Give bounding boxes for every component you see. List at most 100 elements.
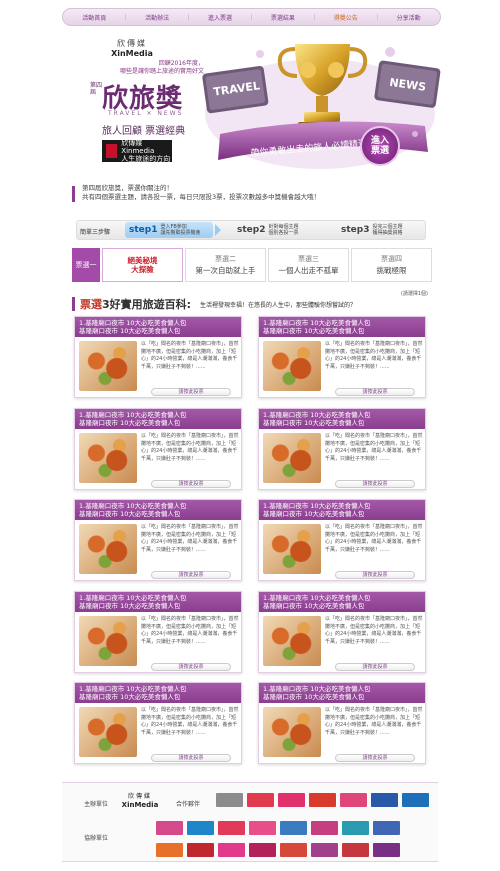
hero-banner: 欣傳媒 XinMedia 回顧2016年度， 哪些是讓你踏上旅途的實用好文 第四… — [72, 30, 442, 178]
coorganizer-logo[interactable] — [373, 843, 400, 857]
nav-vote[interactable]: 進入票選 — [208, 13, 232, 22]
vote-button[interactable]: 請按此投票 — [151, 480, 231, 488]
nav-home[interactable]: 活動首頁 — [82, 13, 106, 22]
coorganizer-logo[interactable] — [280, 843, 307, 857]
hero-travel-news: TRAVEL ✕ NEWS — [108, 110, 184, 117]
hero-edition: 第四屆 — [90, 82, 103, 96]
article-card: 1.基隆廟口夜市 10大必吃美食懶人包 基隆廟口夜市 10大必吃美食懶人包 以「… — [74, 408, 242, 490]
tab-vote3-title: 一個人出走不孤單 — [278, 266, 339, 275]
coorganizer-logo[interactable] — [218, 843, 245, 857]
article-card: 1.基隆廟口夜市 10大必吃美食懶人包 基隆廟口夜市 10大必吃美食懶人包 以「… — [74, 316, 242, 398]
card-description: 以「吃」聞名的夜市「基隆廟口夜市」，首然攤地不廣，但是密集的小吃攤商，加上「短心… — [325, 616, 423, 645]
coorganizer-logo[interactable] — [249, 843, 276, 857]
vote-button[interactable]: 請按此投票 — [335, 754, 415, 762]
partner-logo[interactable] — [402, 793, 429, 807]
coorganizer-logos-row2 — [156, 843, 400, 857]
tab-vote3-label: 票選三 — [298, 255, 319, 263]
article-card: 1.基隆廟口夜市 10大必吃美食懶人包 基隆廟口夜市 10大必吃美食懶人包 以「… — [258, 316, 426, 398]
section-heading: (請選擇1個) 票選3好實用旅遊百科: 生活裡發現幸福！在悠長的人生中，那些體驗… — [72, 290, 432, 312]
card-title[interactable]: 1.基隆廟口夜市 10大必吃美食懶人包 基隆廟口夜市 10大必吃美食懶人包 — [259, 592, 425, 612]
organizer-brand-cn: 欣傳媒 — [127, 793, 152, 800]
nav-results[interactable]: 票選結果 — [271, 13, 295, 22]
coorganizer-logo[interactable] — [187, 843, 214, 857]
partner-logos — [216, 793, 429, 807]
coorganizer-logo[interactable] — [311, 843, 338, 857]
vote-button[interactable]: 請按此投票 — [335, 480, 415, 488]
article-card: 1.基隆廟口夜市 10大必吃美食懶人包 基隆廟口夜市 10大必吃美食懶人包 以「… — [258, 408, 426, 490]
vote-button[interactable]: 請按此投票 — [151, 388, 231, 396]
coorganizer-logo[interactable] — [218, 821, 245, 835]
steps-label: 簡單三步驟 — [80, 229, 111, 236]
section-subtitle: 生活裡發現幸福！在悠長的人生中，那些體驗你想嘗試的？ — [200, 302, 357, 309]
vote-tabs: 票選一 絕美秘境 大探險 票選二 第一次自助就上手 票選三 一個人出走不孤單 票… — [72, 248, 432, 282]
coorganizer-logo[interactable] — [280, 821, 307, 835]
card-title[interactable]: 1.基隆廟口夜市 10大必吃美食懶人包 基隆廟口夜市 10大必吃美食懶人包 — [75, 592, 241, 612]
tab-vote2-label: 票選二 — [215, 255, 236, 263]
tab-vote3[interactable]: 票選三 一個人出走不孤單 — [268, 248, 349, 282]
tab-vote2[interactable]: 票選二 第一次自助就上手 — [185, 248, 266, 282]
coorganizer-logo[interactable] — [156, 821, 183, 835]
coorganizer-logo[interactable] — [342, 821, 369, 835]
nav-winners[interactable]: 得獎公告 — [334, 13, 358, 22]
coorganizer-logo[interactable] — [373, 821, 400, 835]
vote-button[interactable]: 請按此投票 — [151, 754, 231, 762]
notice-bar — [72, 186, 75, 202]
step-2-desc: 針對每個主題 個別各投一票 — [268, 224, 299, 236]
coorganizer-logo[interactable] — [249, 821, 276, 835]
article-card: 1.基隆廟口夜市 10大必吃美食懶人包 基隆廟口夜市 10大必吃美食懶人包 以「… — [74, 682, 242, 764]
article-card: 1.基隆廟口夜市 10大必吃美食懶人包 基隆廟口夜市 10大必吃美食懶人包 以「… — [74, 499, 242, 581]
partner-logo[interactable] — [247, 793, 274, 807]
tab-vote4-title: 挑戰極限 — [376, 266, 407, 275]
article-card: 1.基隆廟口夜市 10大必吃美食懶人包 基隆廟口夜市 10大必吃美食懶人包 以「… — [74, 591, 242, 673]
tab-head-vote1[interactable]: 票選一 — [72, 248, 100, 282]
card-title[interactable]: 1.基隆廟口夜市 10大必吃美食懶人包 基隆廟口夜市 10大必吃美食懶人包 — [259, 683, 425, 703]
coorganizer-label: 協辦單位 — [84, 835, 109, 842]
card-food-image — [263, 707, 321, 757]
steps-bar: 簡單三步驟 step1 登入FB參加 讓先幫取投票機會 step2 針對每個主題… — [76, 220, 426, 240]
partner-logo[interactable] — [340, 793, 367, 807]
partner-logo[interactable] — [278, 793, 305, 807]
brand-logo: 欣傳媒 XinMedia — [102, 38, 162, 58]
coorganizer-logo[interactable] — [187, 821, 214, 835]
step-3-desc: 投完三個主題 獲得抽獎資格 — [372, 224, 403, 236]
card-food-image — [79, 341, 137, 391]
vote-button[interactable]: 請按此投票 — [151, 663, 231, 671]
card-food-image — [263, 616, 321, 666]
card-food-image — [263, 341, 321, 391]
vote-button[interactable]: 請按此投票 — [335, 388, 415, 396]
nav-rules[interactable]: 活動辦法 — [145, 13, 169, 22]
partner-logo[interactable] — [309, 793, 336, 807]
card-description: 以「吃」聞名的夜市「基隆廟口夜市」，首然攤地不廣，但是密集的小吃攤商，加上「短心… — [141, 707, 239, 736]
card-title[interactable]: 1.基隆廟口夜市 10大必吃美食懶人包 基隆廟口夜市 10大必吃美食懶人包 — [75, 317, 241, 337]
coorganizer-logo[interactable] — [311, 821, 338, 835]
partner-logo[interactable] — [216, 793, 243, 807]
nav-separator: | — [250, 13, 253, 21]
coorganizer-logo[interactable] — [342, 843, 369, 857]
organizer-brand-en: XinMedia — [121, 801, 159, 809]
vote-button[interactable]: 請按此投票 — [335, 571, 415, 579]
tab-vote4[interactable]: 票選四 挑戰極限 — [351, 248, 432, 282]
section-note: (請選擇1個) — [400, 291, 428, 297]
card-title[interactable]: 1.基隆廟口夜市 10大必吃美食懶人包 基隆廟口夜市 10大必吃美食懶人包 — [75, 683, 241, 703]
vote-button[interactable]: 請按此投票 — [151, 571, 231, 579]
nav-share[interactable]: 分享活動 — [397, 13, 421, 22]
enter-vote-badge[interactable]: 進入 票選 — [360, 126, 400, 166]
card-description: 以「吃」聞名的夜市「基隆廟口夜市」，首然攤地不廣，但是密集的小吃攤商，加上「短心… — [325, 707, 423, 736]
card-title[interactable]: 1.基隆廟口夜市 10大必吃美食懶人包 基隆廟口夜市 10大必吃美食懶人包 — [259, 409, 425, 429]
step-2-num: step2 — [237, 225, 266, 235]
step-1-desc: 登入FB參加 讓先幫取投票機會 — [160, 224, 201, 236]
article-card: 1.基隆廟口夜市 10大必吃美食懶人包 基隆廟口夜市 10大必吃美食懶人包 以「… — [258, 682, 426, 764]
partner-logo[interactable] — [371, 793, 398, 807]
tab-vote4-label: 票選四 — [381, 255, 402, 263]
card-title[interactable]: 1.基隆廟口夜市 10大必吃美食懶人包 基隆廟口夜市 10大必吃美食懶人包 — [75, 500, 241, 520]
nav-separator: | — [124, 13, 127, 21]
card-title[interactable]: 1.基隆廟口夜市 10大必吃美食懶人包 基隆廟口夜市 10大必吃美食懶人包 — [259, 317, 425, 337]
card-title[interactable]: 1.基隆廟口夜市 10大必吃美食懶人包 基隆廟口夜市 10大必吃美食懶人包 — [75, 409, 241, 429]
card-title[interactable]: 1.基隆廟口夜市 10大必吃美食懶人包 基隆廟口夜市 10大必吃美食懶人包 — [259, 500, 425, 520]
card-food-image — [79, 707, 137, 757]
news-sign: NEWS — [374, 60, 441, 108]
tab-vote1[interactable]: 絕美秘境 大探險 — [102, 248, 183, 282]
hero-subtitle: 回顧2016年度， 哪些是讓你踏上旅途的實用好文 — [119, 60, 204, 75]
coorganizer-logo[interactable] — [156, 843, 183, 857]
vote-button[interactable]: 請按此投票 — [335, 663, 415, 671]
